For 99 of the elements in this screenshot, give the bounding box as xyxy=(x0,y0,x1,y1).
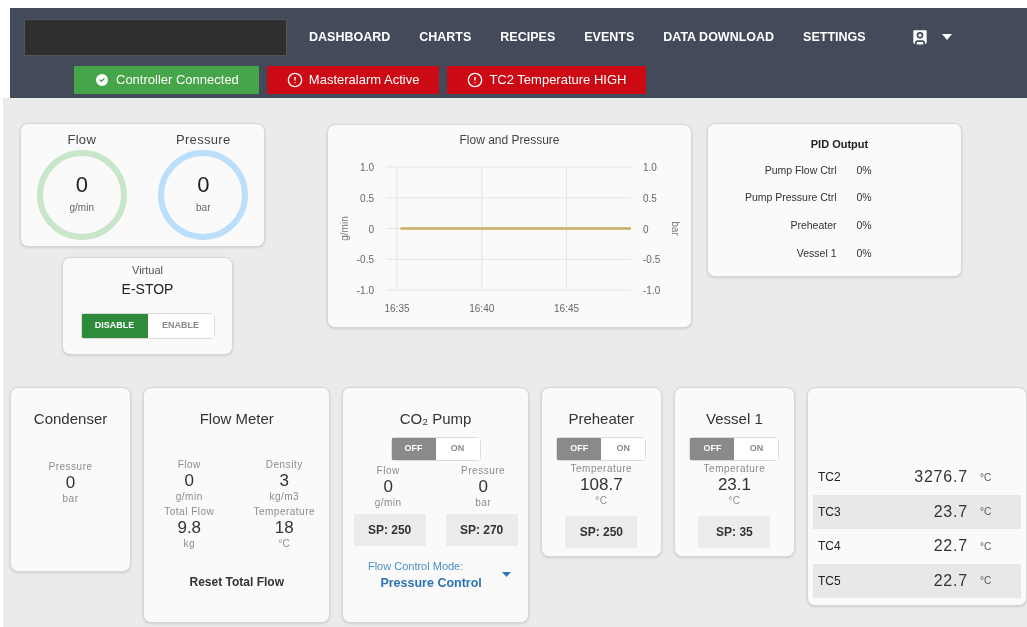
badge-text: Masteralarm Active xyxy=(308,71,420,90)
pid-value: 0% xyxy=(856,245,873,261)
reading-label: Total Flow xyxy=(164,505,215,518)
reading-unit: g/min xyxy=(374,497,402,510)
reading-label: Temperature xyxy=(253,505,316,518)
thermocouple-unit: °C xyxy=(979,505,992,520)
alert-icon xyxy=(467,72,484,88)
setpoint-button[interactable]: SP: 270 xyxy=(445,513,518,546)
reading-value: 0 xyxy=(383,477,393,497)
reading-value: 9.8 xyxy=(177,518,202,538)
nav-link[interactable]: CHARTS xyxy=(419,27,472,47)
pid-label: Pump Flow Ctrl xyxy=(763,162,837,178)
thermocouple-name: TC3 xyxy=(817,503,842,521)
card-title: Vessel 1 xyxy=(706,409,763,429)
reading-label: Temperature xyxy=(703,462,766,475)
axis-label: 16:40 xyxy=(469,303,495,314)
thermocouple-name: TC4 xyxy=(817,538,842,556)
badge-text: TC2 Temperature HIGH xyxy=(489,71,627,90)
axis-label: -1.0 xyxy=(643,285,661,296)
pid-title: PID Output xyxy=(810,137,869,152)
nav-link[interactable]: EVENTS xyxy=(584,27,635,47)
reading-unit: bar xyxy=(475,497,492,510)
check-icon xyxy=(94,72,110,88)
thermocouple-value: 22.7 xyxy=(932,536,968,557)
thermocouple-unit: °C xyxy=(979,539,992,554)
mode-label: Flow Control Mode: xyxy=(367,558,464,574)
card-title: CO₂ Pump xyxy=(399,409,472,429)
axis-label: -0.5 xyxy=(356,254,374,266)
reading-value: 0 xyxy=(184,471,194,491)
estop-title: E-STOP xyxy=(121,279,174,299)
nav-link[interactable]: SETTINGS xyxy=(803,27,866,47)
reading-value: 18 xyxy=(274,518,294,538)
reset-total-flow-button[interactable]: Reset Total Flow xyxy=(181,568,292,595)
axis-label: 16:45 xyxy=(554,303,580,314)
mode-select[interactable]: Pressure Control xyxy=(380,574,511,593)
reading-value: 3 xyxy=(279,471,289,491)
estop-subtitle: Virtual xyxy=(132,263,163,278)
reading-value: 0 xyxy=(65,473,76,493)
gauge-label: Flow xyxy=(67,131,97,149)
axis-label: 1.0 xyxy=(360,162,374,173)
axis-label: -0.5 xyxy=(643,254,661,266)
axis-label: -1.0 xyxy=(356,285,374,296)
pid-label: Preheater xyxy=(789,218,837,233)
card-title: Flow Meter xyxy=(199,409,274,429)
setpoint-button[interactable]: SP: 35 xyxy=(698,515,771,548)
gauge-unit: g/min xyxy=(69,201,94,215)
nav-link[interactable]: DASHBOARD xyxy=(309,27,391,47)
reading-label: Pressure xyxy=(461,464,506,477)
reading-label: Flow xyxy=(376,464,400,477)
axis-title: bar xyxy=(670,221,681,236)
nav-link[interactable]: RECIPES xyxy=(500,27,556,47)
alert-icon xyxy=(286,72,303,88)
axis-label: 0 xyxy=(643,223,649,235)
setpoint-button[interactable]: SP: 250 xyxy=(353,513,426,546)
pid-label: Pump Pressure Ctrl xyxy=(743,190,837,206)
thermocouple-value: 23.7 xyxy=(932,501,968,522)
reading-label: Pressure xyxy=(48,460,93,473)
caret-icon xyxy=(501,571,511,577)
reading-unit: g/min xyxy=(175,491,203,504)
axis-label: 1.0 xyxy=(643,162,657,173)
reading-unit: °C xyxy=(595,495,608,508)
toggle-option[interactable]: DISABLE xyxy=(81,313,148,338)
thermocouple-value: 3276.7 xyxy=(913,467,968,488)
axis-title: g/min xyxy=(339,216,350,241)
pid-value: 0% xyxy=(856,218,873,233)
pid-value: 0% xyxy=(856,190,873,206)
caret-icon xyxy=(941,34,952,40)
gauge-label: Pressure xyxy=(175,131,231,149)
pid-value: 0% xyxy=(856,162,873,178)
chart-title: Flow and Pressure xyxy=(459,132,560,149)
thermocouple-unit: °C xyxy=(979,574,992,589)
thermocouple-name: TC2 xyxy=(817,469,842,487)
axis-label: 0.5 xyxy=(360,192,374,204)
reading-label: Flow xyxy=(177,458,201,471)
card-title: Condenser xyxy=(33,409,108,429)
reading-value: 108.7 xyxy=(580,475,623,495)
thermocouple-name: TC5 xyxy=(817,572,842,590)
reading-unit: bar xyxy=(62,493,79,506)
reading-label: Temperature xyxy=(570,462,633,475)
reading-unit: °C xyxy=(728,495,741,508)
gauge-value: 0 xyxy=(75,174,88,196)
thermocouple-value: 22.7 xyxy=(932,570,968,591)
setpoint-button[interactable]: SP: 250 xyxy=(565,515,638,548)
card-title: Preheater xyxy=(568,409,635,429)
axis-label: 16:35 xyxy=(384,303,410,314)
reading-label: Density xyxy=(265,458,303,471)
reading-unit: kg xyxy=(183,538,196,551)
thermocouple-unit: °C xyxy=(979,470,992,485)
badge-text: Controller Connected xyxy=(116,71,239,90)
pid-label: Vessel 1 xyxy=(795,245,837,261)
axis-label: 0 xyxy=(368,223,374,235)
reading-value: 23.1 xyxy=(717,475,751,495)
nav-link[interactable]: DATA DOWNLOAD xyxy=(663,27,775,47)
reading-unit: kg/m3 xyxy=(269,491,300,504)
reading-unit: °C xyxy=(278,538,291,551)
reading-value: 0 xyxy=(478,477,488,497)
axis-label: 0.5 xyxy=(643,192,657,204)
gauge-value: 0 xyxy=(197,174,210,196)
gauge-unit: bar xyxy=(196,201,211,215)
